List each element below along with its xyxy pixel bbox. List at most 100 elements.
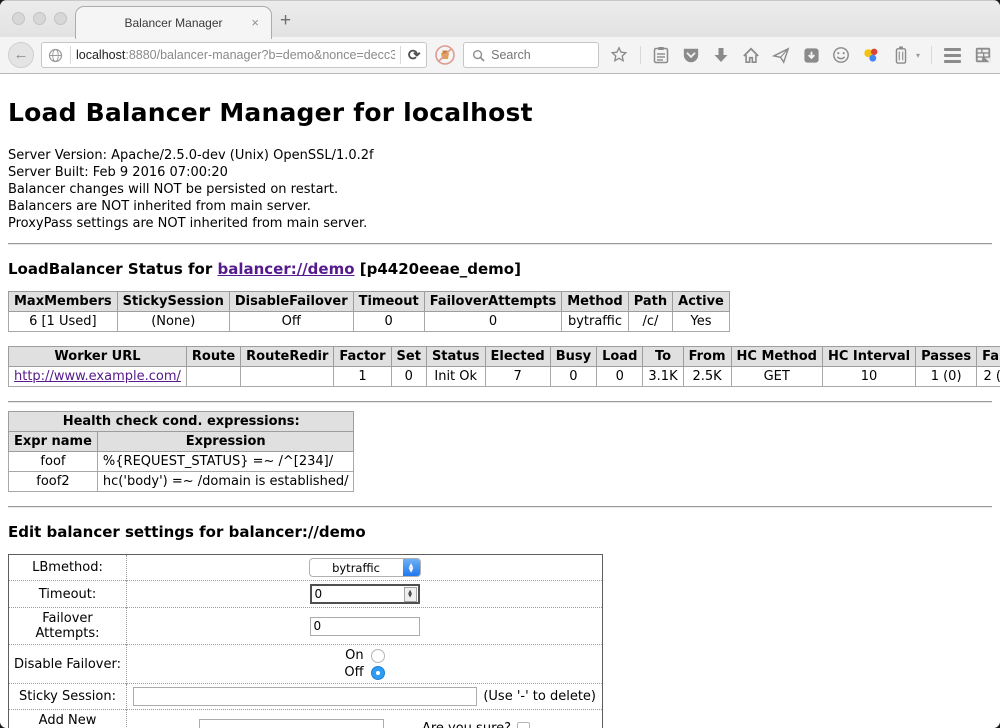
col-method: Method [562,292,628,312]
toolbar-icons: ▾ [610,46,992,65]
server-version: Server Version: Apache/2.5.0-dev (Unix) … [8,147,992,164]
tab-title: Balancer Manager [124,16,222,30]
off-label: Off [344,665,363,680]
col-expr-name: Expr name [9,432,98,452]
col-from: From [683,347,731,367]
add-worker-input[interactable] [199,719,384,728]
url-bar[interactable]: localhost:8880/balancer-manager?b=demo&n… [41,42,427,68]
divider [931,46,932,64]
worker-url-link[interactable]: http://www.example.com/ [14,369,181,384]
cell-timeout: 0 [353,312,424,332]
col-failoverattempts: FailoverAttempts [424,292,562,312]
tab-bar: Balancer Manager × + [0,0,1000,37]
disable-failover-label: Disable Failover: [9,645,127,684]
shield-block-icon[interactable] [434,44,456,66]
health-table-title: Health check cond. expressions: [9,412,354,432]
timeout-input[interactable]: 0 ▲▼ [310,584,420,604]
col-busy: Busy [550,347,596,367]
form-row-lbmethod: LBmethod: bytraffic ▲▼ [9,555,603,581]
col-set: Set [391,347,426,367]
failover-attempts-input[interactable] [310,617,420,636]
sticky-session-input[interactable] [133,687,477,706]
url-host: localhost [76,48,125,62]
server-built: Server Built: Feb 9 2016 07:00:20 [8,164,992,181]
failover-attempts-label: Failover Attempts: [9,608,127,645]
search-box[interactable] [463,42,599,68]
divider [400,46,401,64]
cell-from: 2.5K [683,367,731,387]
cell-busy: 0 [550,367,596,387]
clipboard-icon[interactable] [652,46,671,65]
zoom-window-button[interactable] [54,12,67,25]
col-hc-interval: HC Interval [822,347,915,367]
battery-icon[interactable] [892,46,911,65]
cell-disablefailover: Off [229,312,353,332]
cell-hc-interval: 10 [822,367,915,387]
col-stickysession: StickySession [117,292,229,312]
panel-down-icon[interactable] [802,46,821,65]
lbmethod-select[interactable]: bytraffic ▲▼ [309,558,421,577]
smiley-icon[interactable] [832,46,851,65]
number-stepper-icon[interactable]: ▲▼ [404,587,417,602]
color-dots-icon[interactable] [862,46,881,65]
reload-icon[interactable]: ⟳ [406,46,423,64]
balancer-demo-link[interactable]: balancer://demo [217,260,354,278]
back-button[interactable]: ← [8,42,34,68]
minimize-window-button[interactable] [33,12,46,25]
are-you-sure-label: Are you sure? [422,721,511,728]
cell-method: bytraffic [562,312,628,332]
cell-passes: 1 (0) [916,367,977,387]
col-worker-url: Worker URL [9,347,187,367]
col-timeout: Timeout [353,292,424,312]
home-icon[interactable] [742,46,761,65]
col-passes: Passes [916,347,977,367]
table-header-row: MaxMembers StickySession DisableFailover… [9,292,730,312]
cell-to: 3.1K [643,367,683,387]
cell-expr-name: foof2 [9,472,98,492]
cell-failoverattempts: 0 [424,312,562,332]
lbmethod-label: LBmethod: [9,555,127,581]
cell-expr-name: foof [9,452,98,472]
search-icon [470,46,486,65]
download-icon[interactable] [712,46,731,65]
close-window-button[interactable] [12,12,25,25]
lbmethod-selected-value: bytraffic [310,559,403,576]
table-row: 6 [1 Used] (None) Off 0 0 bytraffic /c/ … [9,312,730,332]
grid-page-icon[interactable] [973,46,992,65]
cell-active: Yes [673,312,730,332]
timeout-label: Timeout: [9,581,127,608]
col-to: To [643,347,683,367]
cell-maxmembers: 6 [1 Used] [9,312,118,332]
server-info: Server Version: Apache/2.5.0-dev (Unix) … [8,147,992,232]
table-row: foof2 hc('body') =~ /domain is establish… [9,472,354,492]
search-input[interactable] [491,48,592,62]
form-row-disable-failover: Disable Failover: On Off [9,645,603,684]
send-icon[interactable] [772,46,791,65]
cell-worker-url: http://www.example.com/ [9,367,187,387]
divider [8,401,992,403]
tab-balancer-manager[interactable]: Balancer Manager × [75,6,272,39]
table-row: foof %{REQUEST_STATUS} =~ /^[234]/ [9,452,354,472]
col-route: Route [186,347,240,367]
cell-route [186,367,240,387]
col-expression: Expression [97,432,354,452]
select-stepper-icon: ▲▼ [403,559,420,576]
loadbalancer-status-heading: LoadBalancer Status for balancer://demo … [8,260,992,278]
table-header-row: Expr name Expression [9,432,354,452]
health-check-table: Health check cond. expressions: Expr nam… [8,411,354,492]
col-maxmembers: MaxMembers [9,292,118,312]
chevron-down-icon[interactable]: ▾ [916,51,920,60]
cell-expression: %{REQUEST_STATUS} =~ /^[234]/ [97,452,354,472]
col-active: Active [673,292,730,312]
are-you-sure-checkbox[interactable] [517,722,530,728]
cell-fails: 2 (0) [977,367,1000,387]
form-row-add-worker: Add New Worker: Are you sure? [9,710,603,728]
menu-icon[interactable] [943,46,962,65]
star-icon[interactable] [610,46,629,65]
divider [70,46,71,64]
disable-failover-on-radio[interactable] [371,649,385,663]
pocket-icon[interactable] [682,46,701,65]
tab-close-icon[interactable]: × [251,15,259,30]
disable-failover-off-radio[interactable] [371,666,385,680]
new-tab-button[interactable]: + [280,10,291,32]
